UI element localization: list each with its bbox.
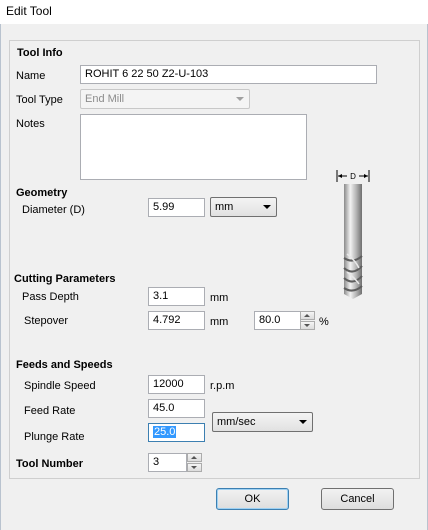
notes-label: Notes [16,118,45,130]
plunge-rate-input[interactable]: 25.0 [148,423,205,442]
feeds-speeds-heading: Feeds and Speeds [16,359,113,371]
tool-type-select[interactable]: End Mill [80,89,250,109]
geometry-unit-select[interactable]: mm [210,197,277,217]
stepover-label: Stepover [24,315,69,327]
rate-unit-select[interactable]: mm/sec [212,412,313,432]
window-border-left [0,24,1,530]
stepover-percent-spinner[interactable] [300,311,315,330]
tool-type-label: Tool Type [16,94,63,106]
geometry-heading: Geometry [16,187,68,199]
tool-number-label: Tool Number [16,458,84,470]
title-bar[interactable]: Edit Tool [0,0,428,24]
diameter-label: Diameter (D) [22,204,85,216]
stepover-input[interactable]: 4.792 [148,311,205,330]
spin-down-icon[interactable] [187,463,202,472]
spin-down-icon[interactable] [300,321,315,330]
chevron-down-icon [236,97,244,101]
plunge-rate-value: 25.0 [153,426,177,438]
chevron-down-icon [299,420,307,424]
stepover-unit: mm [210,316,229,328]
plunge-rate-label: Plunge Rate [24,431,85,443]
diameter-input[interactable]: 5.99 [148,198,205,217]
stepover-percent-input[interactable]: 80.0 [254,311,301,330]
tool-info-heading: Tool Info [17,47,63,59]
pass-depth-label: Pass Depth [22,291,79,303]
percent-label: % [319,316,329,328]
pass-depth-unit: mm [210,292,229,304]
geometry-unit-value: mm [215,201,234,213]
ok-button[interactable]: OK [216,488,289,510]
tool-type-value: End Mill [85,93,125,105]
spindle-speed-label: Spindle Speed [24,380,96,392]
pass-depth-input[interactable]: 3.1 [148,287,205,306]
end-mill-tool-icon: D [336,170,370,299]
spin-up-icon[interactable] [187,453,202,462]
tool-number-spinner[interactable] [187,453,202,472]
tool-number-input[interactable]: 3 [148,453,187,472]
name-label: Name [16,70,46,82]
notes-textarea[interactable] [80,114,307,180]
window-title: Edit Tool [6,4,52,18]
cutting-parameters-heading: Cutting Parameters [14,273,116,285]
cancel-button[interactable]: Cancel [321,488,394,510]
spin-up-icon[interactable] [300,311,315,320]
chevron-down-icon [263,205,271,209]
spindle-speed-unit: r.p.m [210,380,235,392]
name-input[interactable]: ROHIT 6 22 50 Z2-U-103 [80,65,377,84]
spindle-speed-input[interactable]: 12000 [148,375,205,394]
diameter-marker: D [350,172,356,181]
feed-rate-label: Feed Rate [24,405,76,417]
rate-unit-value: mm/sec [217,416,256,428]
feed-rate-input[interactable]: 45.0 [148,399,205,418]
